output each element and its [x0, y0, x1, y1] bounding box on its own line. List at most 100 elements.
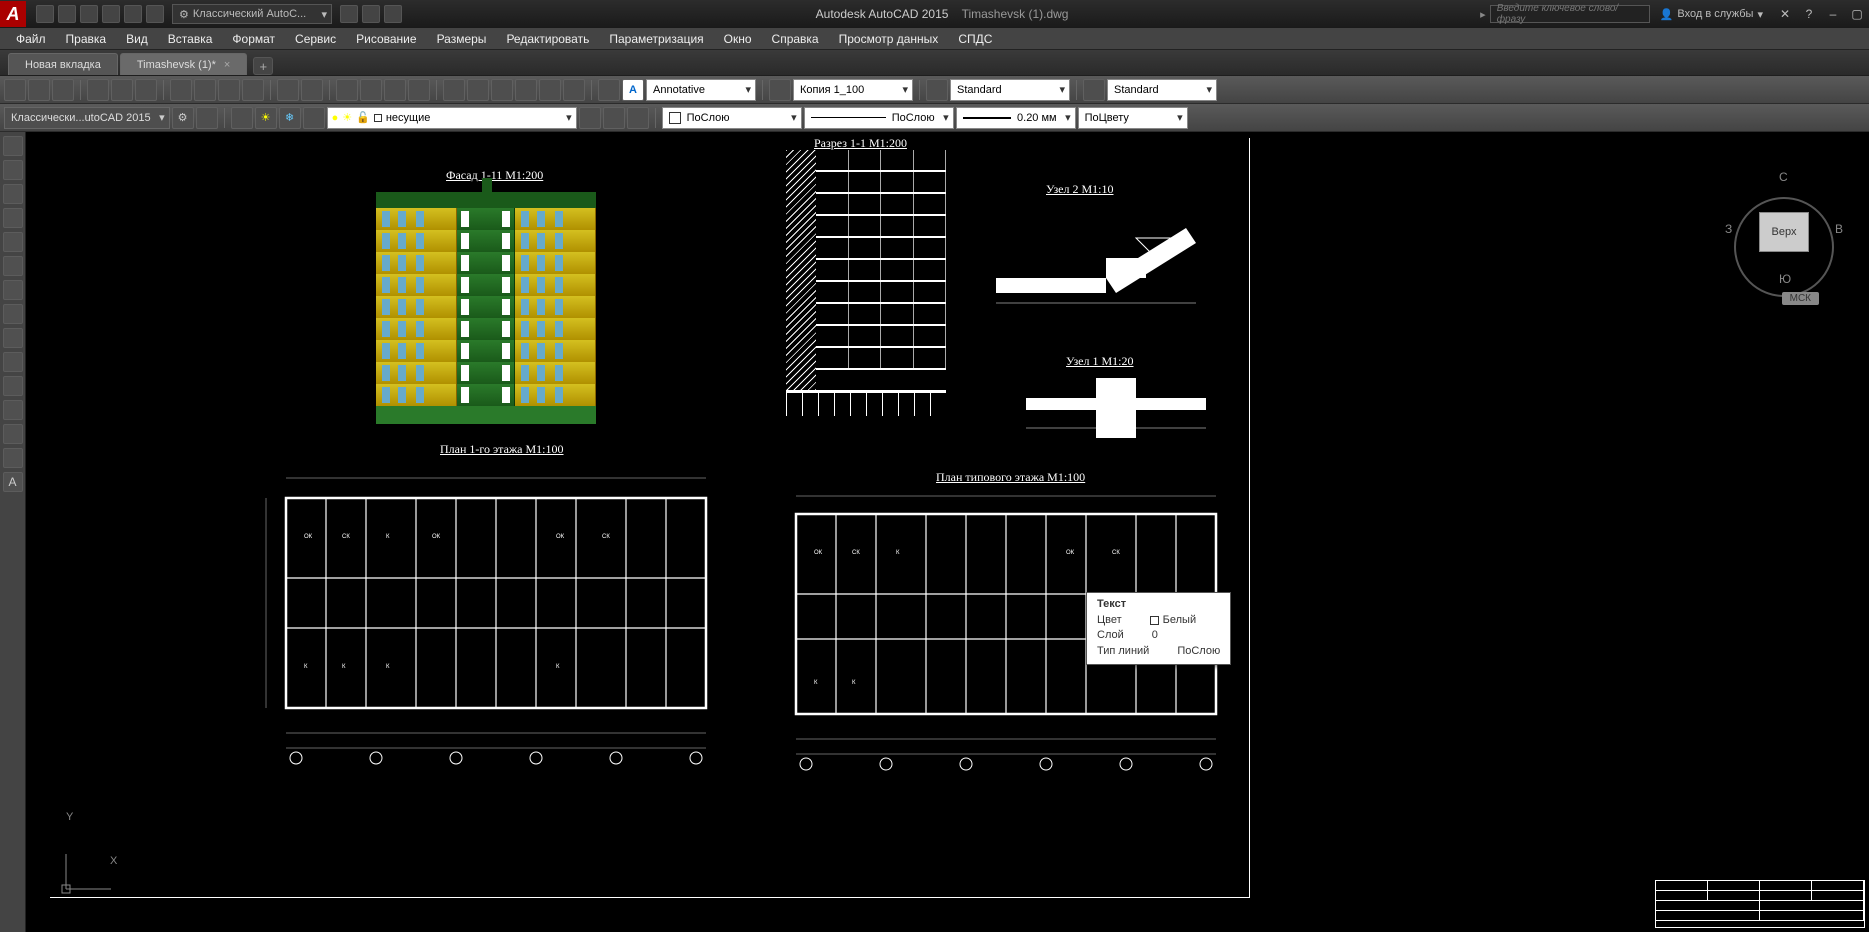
qat-new-icon[interactable]	[36, 5, 54, 23]
menu-data[interactable]: Просмотр данных	[829, 32, 949, 46]
tb-preview-icon[interactable]	[111, 79, 133, 101]
tool-arc-icon[interactable]	[3, 208, 23, 228]
tool-hatch-icon[interactable]	[3, 304, 23, 324]
tool-region-icon[interactable]	[3, 448, 23, 468]
tb-redo-icon[interactable]	[301, 79, 323, 101]
tool-point-icon[interactable]	[3, 352, 23, 372]
vcube-e[interactable]: В	[1835, 222, 1843, 236]
tb-markup-icon[interactable]	[539, 79, 561, 101]
tb-qcalc-icon[interactable]	[563, 79, 585, 101]
layer-dropdown[interactable]: ● ☀ 🔓 несущие	[327, 107, 577, 129]
tool-a-icon[interactable]: A	[3, 472, 23, 492]
vcube-top-face[interactable]: Верх	[1759, 212, 1809, 252]
layer-lock-icon[interactable]	[303, 107, 325, 129]
text-style-dropdown[interactable]: Standard	[950, 79, 1070, 101]
tb-zoom-rt-icon[interactable]	[360, 79, 382, 101]
title-block[interactable]	[1655, 880, 1865, 928]
tb-mleader-icon[interactable]	[926, 79, 948, 101]
menu-modify[interactable]: Редактировать	[496, 32, 599, 46]
vcube-s[interactable]: Ю	[1779, 272, 1791, 286]
menu-window[interactable]: Окно	[714, 32, 762, 46]
menu-help[interactable]: Справка	[762, 32, 829, 46]
tb-anno-vis-icon[interactable]	[598, 79, 620, 101]
tb-plot-icon[interactable]	[87, 79, 109, 101]
ws-combo[interactable]: Классически...utoCAD 2015	[4, 107, 170, 129]
vcube-n[interactable]: С	[1779, 170, 1788, 184]
tool-spline-icon[interactable]	[3, 328, 23, 348]
menu-draw[interactable]: Рисование	[346, 32, 426, 46]
qat-redo-icon[interactable]	[124, 5, 142, 23]
tool-block-icon[interactable]	[3, 376, 23, 396]
tool-ellipse-icon[interactable]	[3, 280, 23, 300]
drawing-facade[interactable]: /*rows injected below statically*/	[376, 192, 596, 422]
tb-open-icon[interactable]	[28, 79, 50, 101]
menu-format[interactable]: Формат	[222, 32, 285, 46]
menu-tools[interactable]: Сервис	[285, 32, 346, 46]
layer-match-icon[interactable]	[603, 107, 625, 129]
ws-gear-icon[interactable]: ⚙	[172, 107, 194, 129]
menu-spds[interactable]: СПДС	[948, 32, 1002, 46]
tb-save-icon[interactable]	[52, 79, 74, 101]
layer-state-icon[interactable]: ☀	[255, 107, 277, 129]
drawing-section[interactable]	[786, 150, 946, 450]
menu-edit[interactable]: Правка	[56, 32, 117, 46]
app-logo-icon[interactable]: A	[0, 1, 26, 27]
linetype-dropdown[interactable]: ПоСлою	[804, 107, 954, 129]
qat-extra-1-icon[interactable]	[340, 5, 358, 23]
ucs-icon[interactable]: Y X	[56, 849, 116, 902]
tb-zoom-prev-icon[interactable]	[408, 79, 430, 101]
maximize-button[interactable]: ▢	[1848, 5, 1866, 23]
qat-save-icon[interactable]	[80, 5, 98, 23]
lineweight-dropdown[interactable]: 0.20 мм	[956, 107, 1076, 129]
layer-freeze-icon[interactable]: ❄	[279, 107, 301, 129]
tb-new-icon[interactable]	[4, 79, 26, 101]
exchange-icon[interactable]: ✕	[1776, 5, 1794, 23]
view-cube[interactable]: С Верх З В Ю	[1729, 152, 1839, 292]
qat-extra-3-icon[interactable]	[384, 5, 402, 23]
qat-open-icon[interactable]	[58, 5, 76, 23]
drawing-detail-1[interactable]	[1016, 368, 1216, 448]
menu-param[interactable]: Параметризация	[599, 32, 713, 46]
tb-zoom-icon[interactable]	[384, 79, 406, 101]
tab-new[interactable]: Новая вкладка	[8, 53, 118, 75]
tb-table-icon[interactable]	[1083, 79, 1105, 101]
tb-tp-icon[interactable]	[491, 79, 513, 101]
tb-dc-icon[interactable]	[467, 79, 489, 101]
ws-save-icon[interactable]	[196, 107, 218, 129]
tb-cut-icon[interactable]	[170, 79, 192, 101]
tool-text-icon[interactable]	[3, 400, 23, 420]
tool-line-icon[interactable]	[3, 136, 23, 156]
tb-undo-icon[interactable]	[277, 79, 299, 101]
layer-props-icon[interactable]	[231, 107, 253, 129]
anno-style-dropdown[interactable]: Annotative	[646, 79, 756, 101]
color-dropdown[interactable]: ПоСлою	[662, 107, 802, 129]
tb-match-icon[interactable]	[242, 79, 264, 101]
qat-undo-icon[interactable]	[102, 5, 120, 23]
qat-extra-2-icon[interactable]	[362, 5, 380, 23]
layer-prev-icon[interactable]	[627, 107, 649, 129]
tb-dim-icon[interactable]	[769, 79, 791, 101]
tb-paste-icon[interactable]	[218, 79, 240, 101]
menu-insert[interactable]: Вставка	[158, 32, 223, 46]
dim-style-dropdown[interactable]: Копия 1_100	[793, 79, 913, 101]
vcube-w[interactable]: З	[1725, 222, 1732, 236]
tb-publish-icon[interactable]	[135, 79, 157, 101]
search-input[interactable]: Введите ключевое слово/фразу	[1490, 5, 1650, 23]
tool-circle-icon[interactable]	[3, 184, 23, 204]
tool-polygon-icon[interactable]	[3, 256, 23, 276]
layer-make-current-icon[interactable]	[579, 107, 601, 129]
model-canvas[interactable]: Фасад 1-11 М1:200 Разрез 1-1 М1:200 Узел…	[26, 132, 1869, 932]
drawing-detail-2[interactable]	[986, 198, 1206, 318]
drawing-plan-1[interactable]: ОКСККОКОКСККККК	[246, 458, 736, 768]
minimize-button[interactable]: –	[1824, 5, 1842, 23]
tab-close-icon[interactable]: ×	[224, 59, 230, 71]
workspace-dropdown[interactable]: ⚙ Классический AutoC...	[172, 4, 332, 24]
tb-pan-icon[interactable]	[336, 79, 358, 101]
add-tab-button[interactable]: +	[253, 57, 273, 75]
tool-table-icon[interactable]	[3, 424, 23, 444]
menu-view[interactable]: Вид	[116, 32, 158, 46]
tool-rect-icon[interactable]	[3, 232, 23, 252]
menu-file[interactable]: Файл	[6, 32, 56, 46]
tool-pline-icon[interactable]	[3, 160, 23, 180]
tb-ssm-icon[interactable]	[515, 79, 537, 101]
